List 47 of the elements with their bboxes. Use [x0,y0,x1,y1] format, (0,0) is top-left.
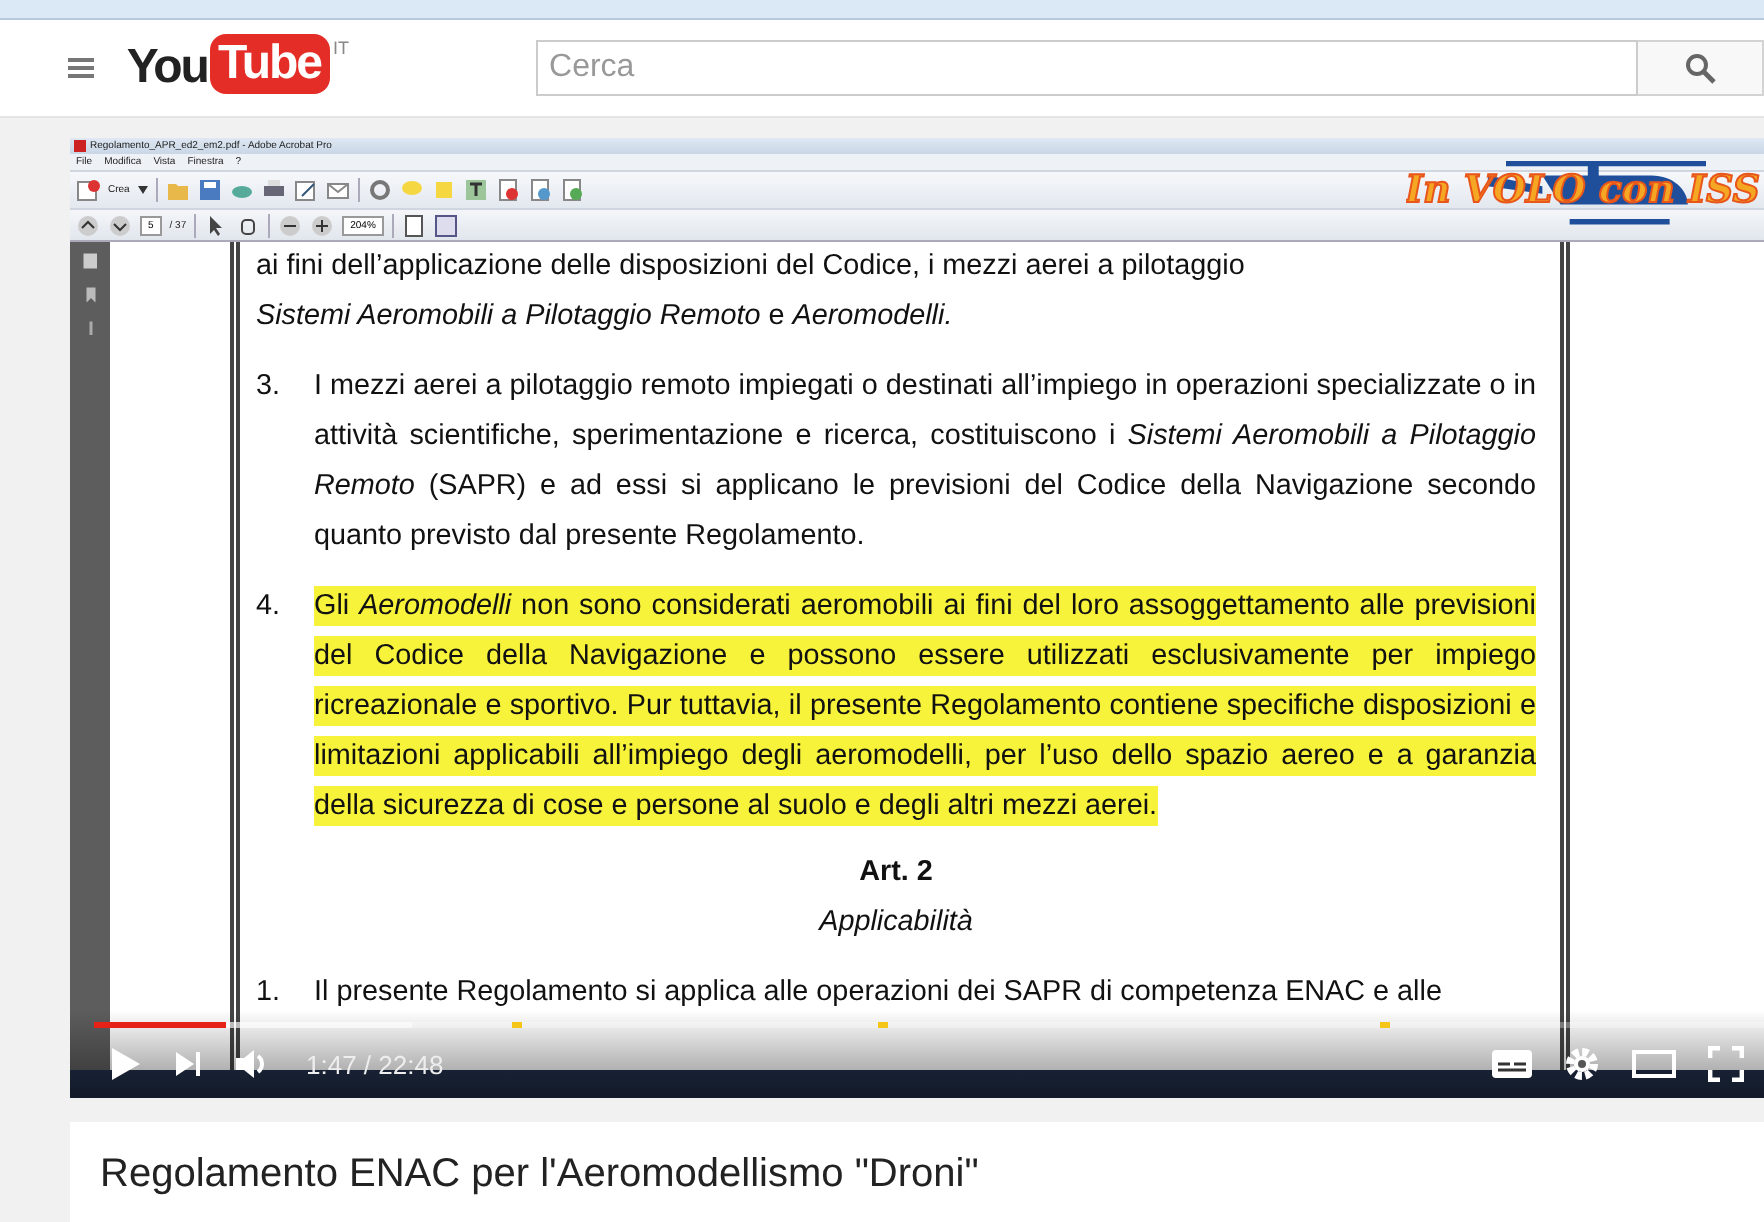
video-player[interactable] [70,138,1764,1098]
page-view-icon[interactable] [401,213,426,237]
logo-text[interactable]: You [126,34,208,102]
mail-icon[interactable] [325,178,350,202]
text-line: Sistemi Aeromobili a Pilotaggio Remoto e Aeromodelli. [256,298,955,336]
video-title: Regolamento ENAC per l'Aeromodellismo "Droni" [100,1152,981,1198]
ad-marker [511,1022,522,1028]
create-icon [76,178,100,202]
volume-icon[interactable] [234,1046,270,1082]
subheading: Applicabilità [816,904,975,942]
down-icon[interactable] [108,213,132,237]
search-button[interactable] [1637,40,1764,96]
print-icon[interactable] [261,178,286,202]
text-line: ai fini dell’applicazione delle disposizioni del Codice, i mezzi aerei a pilotaggio [256,248,1247,286]
edit-icon[interactable] [293,178,318,202]
theater-mode-icon[interactable] [1632,1050,1676,1078]
item-number: 4. [256,588,283,626]
paragraph: Il presente Regolamento si applica alle operazioni dei SAPR di competenza ENAC e alle [314,974,1444,1012]
region-label: IT [333,38,350,58]
subtitles-icon[interactable] [1492,1050,1532,1078]
paragraph: Gli Aeromodelli non sono considerati aeromobili ai fini del loro assoggettamento alle previsioni del Codice della Navigazione e possono essere utilizzati esclusivamente per impiego ricreazionale e sportivo. Pur tuttavia, il presente Regolamento contiene specifiche disposizioni e limitazioni applicabili all’impiego degli aeromodelli, per l’uso dello spazio aereo e a garanzia della sicurezza di cose e persone al suolo e degli altri mezzi aerei. [314,584,1536,830]
caret-icon[interactable] [137,186,148,194]
item-number: 1. [256,974,283,1012]
fit-page-icon[interactable] [433,213,458,237]
paragraph: I mezzi aerei a pilotaggio remoto impiegati o destinati all’impiego in operazioni specializzate o in attività scientifiche, sperimentazione e ricerca, costituiscono i Sistemi Aeromobili a Pilotaggio Remoto (SAPR) e ad essi si applicano le previsioni del Codice della Navigazione secondo quanto previsto dal presente Regolamento. [314,368,1536,556]
zoom-in-icon[interactable] [310,213,335,237]
item-number: 3. [256,368,283,406]
next-icon[interactable] [174,1050,202,1078]
search-icon [1683,52,1716,84]
menu-icon[interactable] [68,56,95,80]
fullscreen-icon[interactable] [1708,1046,1744,1082]
zoom-out-icon[interactable] [278,213,303,237]
search-field[interactable]: Cerca [535,40,1638,96]
document-icon[interactable] [559,178,584,202]
pages-icon [81,252,99,270]
up-icon[interactable] [76,213,100,237]
settings-icon[interactable] [1564,1046,1600,1082]
document-icon[interactable] [495,178,520,202]
ad-marker [878,1022,889,1028]
bookmark-icon [81,286,99,304]
app-icon [74,140,86,152]
logo-badge[interactable]: Tube [209,34,330,94]
save-icon[interactable] [197,178,222,202]
ad-marker [1379,1022,1390,1028]
document-icon[interactable] [527,178,552,202]
heading: Art. 2 [857,854,935,892]
text-tool-icon[interactable] [463,178,488,202]
